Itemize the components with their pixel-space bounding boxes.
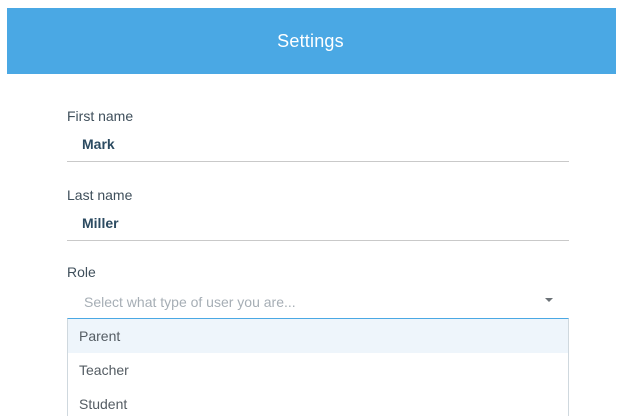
last-name-input[interactable]: Miller [82,215,569,231]
role-select-placeholder: Select what type of user you are... [84,294,296,310]
chevron-down-icon[interactable] [545,298,553,302]
role-option-student[interactable]: Student [68,387,568,416]
first-name-label: First name [67,108,134,124]
last-name-label: Last name [67,187,133,203]
first-name-underline [67,161,569,162]
first-name-field[interactable]: First name Mark [67,108,569,162]
role-label: Role [67,264,96,280]
role-option-teacher[interactable]: Teacher [68,353,568,387]
first-name-input[interactable]: Mark [82,136,569,152]
page-title: Settings [277,30,344,51]
last-name-underline [67,240,569,241]
role-dropdown-menu: Parent Teacher Student [67,318,569,416]
settings-screen: Settings First name Mark Last name Mille… [0,0,623,416]
app-header: Settings [7,8,616,74]
role-option-parent[interactable]: Parent [68,319,568,353]
role-select[interactable]: Select what type of user you are... [67,288,569,318]
last-name-field[interactable]: Last name Miller [67,187,569,241]
